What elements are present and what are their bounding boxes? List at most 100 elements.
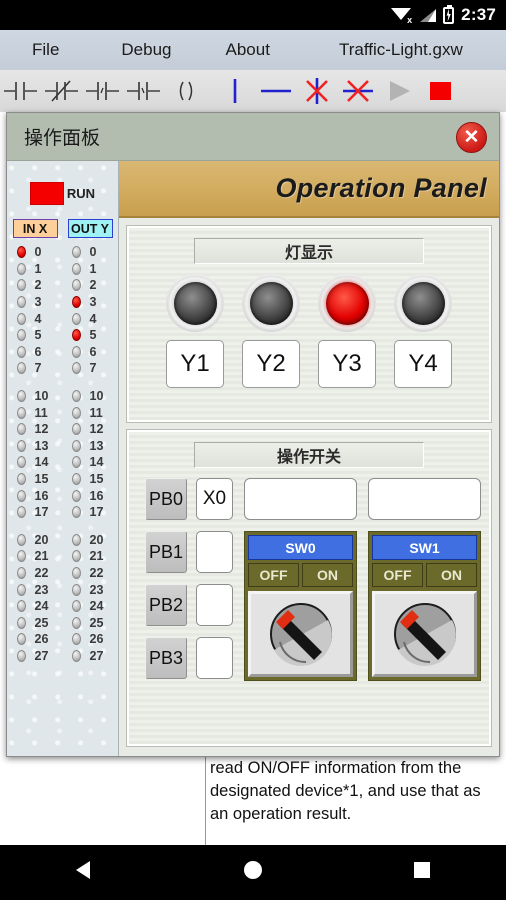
rotary-switch-sw0[interactable]: SW0 OFF ON: [244, 531, 357, 681]
lamp-off-icon[interactable]: [242, 274, 300, 332]
led-number: 20: [34, 532, 49, 547]
run-led: [29, 181, 64, 205]
menu-item-about[interactable]: About: [220, 40, 276, 60]
led-number: 10: [89, 389, 104, 404]
led-number: 0: [34, 245, 42, 260]
led-row: 3: [13, 294, 58, 311]
led-off-icon: [16, 312, 26, 325]
contact-no-icon[interactable]: [0, 71, 41, 111]
led-number: 6: [89, 344, 97, 359]
led-row: 13: [68, 438, 113, 455]
led-off-icon: [16, 473, 26, 486]
close-icon[interactable]: ✕: [456, 122, 487, 153]
contact-rising-edge-icon[interactable]: [82, 71, 123, 111]
lamp-lens: [249, 281, 293, 325]
led-row: 15: [13, 471, 58, 488]
led-number: 1: [34, 261, 42, 276]
back-icon[interactable]: [71, 857, 97, 888]
led-off-icon: [71, 633, 81, 646]
led-number: 23: [89, 582, 104, 597]
led-off-icon: [16, 489, 26, 502]
switch-device-field-sw0[interactable]: [244, 478, 357, 520]
lamp-label[interactable]: Y4: [394, 340, 452, 388]
device-field-pb2[interactable]: [196, 584, 233, 626]
pushbutton-pb2[interactable]: PB2: [145, 584, 187, 626]
led-off-icon: [16, 506, 26, 519]
rotary-knob-frame[interactable]: [372, 591, 477, 677]
rotary-knob-icon[interactable]: [262, 598, 340, 670]
pushbutton-pb1[interactable]: PB1: [145, 531, 187, 573]
led-off-icon: [71, 616, 81, 629]
led-number: 15: [89, 472, 104, 487]
led-row: 25: [68, 614, 113, 631]
led-row: 7: [13, 360, 58, 377]
delete-vertical-line-icon[interactable]: [296, 71, 337, 111]
rotary-knob-icon[interactable]: [386, 598, 464, 670]
led-number: 16: [34, 488, 49, 503]
pushbutton-column: PB0 X0 PB1 PB2 PB3: [145, 478, 233, 681]
menu-item-debug[interactable]: Debug: [115, 40, 177, 60]
lamp-off-icon[interactable]: [166, 274, 224, 332]
menu-item-file[interactable]: File: [26, 40, 65, 60]
contact-falling-edge-icon[interactable]: [123, 71, 164, 111]
lamp-group-legend: 灯显示: [194, 238, 424, 264]
app-menu-bar: File Debug About Traffic-Light.gxw: [0, 30, 506, 70]
switch-device-field-sw1[interactable]: [368, 478, 481, 520]
led-row: 5: [13, 327, 58, 344]
switch-state-row: OFF ON: [372, 563, 477, 587]
contact-nc-icon[interactable]: [41, 71, 82, 111]
delete-horizontal-line-icon[interactable]: [337, 71, 378, 111]
output-led-column: 0 1 2 3 4 5 6 7 10 11 12 13 14 15 16 17 20 21 22 23 24 25 26 27: [68, 244, 113, 664]
led-number: 21: [89, 549, 104, 564]
led-number: 6: [34, 344, 42, 359]
led-number: 0: [89, 245, 97, 260]
switch-off-label[interactable]: OFF: [372, 563, 423, 587]
led-row: 2: [13, 277, 58, 294]
rotary-switch-sw1[interactable]: SW1 OFF ON: [368, 531, 481, 681]
led-row: 10: [13, 388, 58, 405]
switch-off-label[interactable]: OFF: [248, 563, 299, 587]
recents-icon[interactable]: [409, 857, 435, 888]
lamp-on-icon[interactable]: [318, 274, 376, 332]
led-off-icon: [71, 439, 81, 452]
pushbutton-pb0[interactable]: PB0: [145, 478, 187, 520]
io-monitor-pane: RUN IN X OUT Y 0 1 2 3 4 5 6 7 10 11 12 13 14 15 16 17 2…: [7, 161, 119, 756]
stop-icon[interactable]: [419, 71, 460, 111]
lamp-lens: [173, 281, 217, 325]
led-off-icon: [16, 566, 26, 579]
led-off-icon: [16, 345, 26, 358]
led-row: 25: [13, 614, 58, 631]
led-number: 12: [89, 422, 104, 437]
ladder-toolbar: [0, 70, 506, 112]
device-field-pb3[interactable]: [196, 637, 233, 679]
led-number: 22: [89, 565, 104, 580]
led-off-icon: [71, 533, 81, 546]
led-off-icon: [16, 423, 26, 436]
switch-on-label[interactable]: ON: [302, 563, 353, 587]
switch-on-label[interactable]: ON: [426, 563, 477, 587]
home-icon[interactable]: [240, 857, 266, 888]
led-number: 25: [89, 615, 104, 630]
horizontal-line-icon[interactable]: [255, 71, 296, 111]
output-coil-icon[interactable]: [164, 71, 205, 111]
led-row: 23: [68, 581, 113, 598]
lamp-label[interactable]: Y1: [166, 340, 224, 388]
led-row: 23: [13, 581, 58, 598]
device-field-pb1[interactable]: [196, 531, 233, 573]
lamp-off-icon[interactable]: [394, 274, 452, 332]
vertical-line-icon[interactable]: [214, 71, 255, 111]
lamp-label[interactable]: Y3: [318, 340, 376, 388]
switch-state-row: OFF ON: [248, 563, 353, 587]
run-icon[interactable]: [378, 71, 419, 111]
lamp-label[interactable]: Y2: [242, 340, 300, 388]
lamp-display-group: 灯显示 Y1 Y2 Y3 Y4: [126, 225, 492, 423]
lamp-lens: [401, 281, 445, 325]
pushbutton-pb3[interactable]: PB3: [145, 637, 187, 679]
led-row: 6: [13, 344, 58, 361]
led-number: 27: [89, 648, 104, 663]
led-row: 12: [13, 421, 58, 438]
output-header: OUT Y: [67, 219, 113, 238]
device-field-pb0[interactable]: X0: [196, 478, 233, 520]
led-number: 26: [89, 632, 104, 647]
rotary-knob-frame[interactable]: [248, 591, 353, 677]
